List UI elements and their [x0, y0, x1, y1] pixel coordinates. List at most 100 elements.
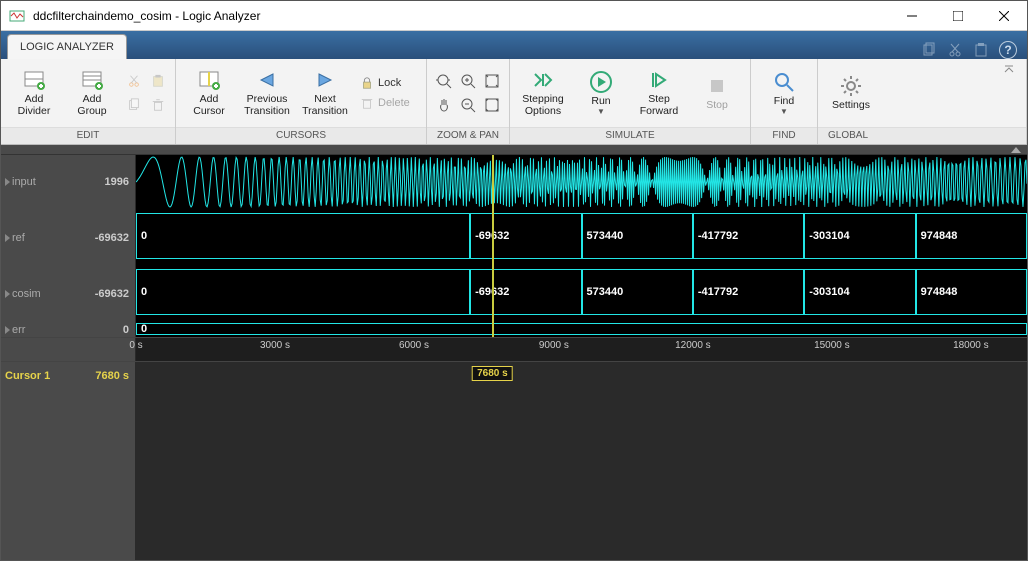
paste-button[interactable] [147, 70, 169, 92]
add-cursor-label: Add Cursor [193, 94, 225, 117]
cursor-name[interactable]: Cursor 1 [1, 370, 71, 382]
add-divider-button[interactable]: Add Divider [7, 66, 61, 119]
next-transition-button[interactable]: Next Transition [298, 66, 352, 119]
delete-label: Delete [378, 97, 410, 109]
settings-label: Settings [832, 100, 870, 112]
bus-segment: 573440 [582, 269, 693, 315]
group-label-zoom: ZOOM & PAN [427, 127, 509, 144]
expand-icon [1011, 147, 1021, 153]
cursor-icon [197, 68, 221, 92]
gear-icon [839, 74, 863, 98]
zoom-in-button[interactable] [457, 70, 479, 92]
prev-arrow-icon [255, 68, 279, 92]
bus-segment: -417792 [693, 213, 804, 259]
group-label-find: FIND [751, 127, 817, 144]
time-tick: 0 s [129, 340, 142, 351]
run-icon [589, 70, 613, 94]
collapse-ribbon-button[interactable] [998, 59, 1020, 81]
lock-label: Lock [378, 77, 401, 89]
copy-icon[interactable] [921, 42, 937, 58]
cursor-value: 7680 s [71, 370, 135, 382]
stepping-options-button[interactable]: Stepping Options [516, 66, 570, 119]
stop-button[interactable]: Stop [690, 72, 744, 114]
group-label-global: GLOBAL [818, 127, 1026, 144]
stop-icon [705, 74, 729, 98]
add-group-button[interactable]: Add Group [65, 66, 119, 119]
close-button[interactable] [981, 1, 1027, 31]
add-divider-label: Add Divider [18, 94, 51, 117]
cut-icon[interactable] [947, 42, 963, 58]
time-tick: 6000 s [399, 340, 429, 351]
paste-icon[interactable] [973, 42, 989, 58]
bus-segment: 573440 [582, 213, 693, 259]
prev-trans-label: Previous Transition [244, 94, 290, 117]
chevron-down-icon: ▼ [780, 107, 788, 116]
waveform-plot[interactable]: 0-69632573440-417792-3031049748480-69632… [136, 155, 1027, 337]
stop-label: Stop [706, 100, 728, 112]
add-group-label: Add Group [77, 94, 106, 117]
time-tick: 3000 s [260, 340, 290, 351]
bus-segment: -69632 [470, 213, 581, 259]
time-tick: 9000 s [539, 340, 569, 351]
group-find: Find ▼ FIND [751, 59, 818, 144]
time-tick: 15000 s [814, 340, 850, 351]
cursor-flag[interactable]: 7680 s [472, 366, 513, 381]
search-icon [772, 70, 796, 94]
fit-to-selection-button[interactable] [481, 94, 503, 116]
bus-segment: -69632 [470, 269, 581, 315]
delete-cursor-button[interactable]: Delete [356, 94, 420, 112]
waveform-area: input1996ref-69632cosim-69632err0 0-6963… [1, 145, 1027, 560]
cut-button[interactable] [123, 70, 145, 92]
cursor-row: Cursor 1 7680 s 7680 s [1, 361, 1027, 389]
add-cursor-button[interactable]: Add Cursor [182, 66, 236, 119]
signal-row-cosim[interactable]: cosim-69632 [1, 267, 135, 321]
stepping-options-label: Stepping Options [522, 94, 563, 117]
divider-icon [22, 68, 46, 92]
zoom-out-button[interactable] [457, 94, 479, 116]
maximize-button[interactable] [935, 1, 981, 31]
ribbon-tab-strip: LOGIC ANALYZER ? [1, 31, 1027, 59]
fit-to-view-button[interactable] [481, 70, 503, 92]
chevron-down-icon: ▼ [597, 107, 605, 116]
bus-segment: 974848 [916, 213, 1027, 259]
step-forward-button[interactable]: Step Forward [632, 66, 686, 119]
signal-name-column: input1996ref-69632cosim-69632 err0 [1, 155, 136, 337]
settings-button[interactable]: Settings [824, 72, 878, 114]
tab-logic-analyzer[interactable]: LOGIC ANALYZER [7, 34, 127, 59]
group-icon [80, 68, 104, 92]
signal-row-err[interactable]: err0 [1, 323, 135, 337]
cursor-line[interactable] [492, 155, 494, 337]
find-label: Find [774, 96, 794, 108]
signal-row-input[interactable]: input1996 [1, 155, 135, 209]
group-label-cursors: CURSORS [176, 127, 426, 144]
bus-segment: 0 [136, 323, 1027, 335]
run-label: Run [591, 96, 610, 108]
delete-small-button[interactable] [147, 94, 169, 116]
time-tick: 18000 s [953, 340, 989, 351]
stepping-icon [531, 68, 555, 92]
copy-button[interactable] [123, 94, 145, 116]
zoom-in-time-button[interactable] [433, 70, 455, 92]
group-cursors: Add Cursor Previous Transition Next Tran… [176, 59, 427, 144]
signal-row-ref[interactable]: ref-69632 [1, 211, 135, 265]
run-button[interactable]: Run ▼ [574, 68, 628, 119]
next-trans-label: Next Transition [302, 94, 348, 117]
find-button[interactable]: Find ▼ [757, 68, 811, 119]
ribbon: Add Divider Add Group EDIT [1, 59, 1027, 145]
bus-segment: -417792 [693, 269, 804, 315]
step-forward-icon [647, 68, 671, 92]
bus-segment: 974848 [916, 269, 1027, 315]
window-title: ddcfilterchaindemo_cosim - Logic Analyze… [33, 9, 889, 23]
group-label-simulate: SIMULATE [510, 127, 750, 144]
group-simulate: Stepping Options Run ▼ Step Forward Stop… [510, 59, 751, 144]
lock-button[interactable]: Lock [356, 74, 420, 92]
previous-transition-button[interactable]: Previous Transition [240, 66, 294, 119]
bus-segment: 0 [136, 213, 470, 259]
time-axis: 0 s3000 s6000 s9000 s12000 s15000 s18000… [1, 337, 1027, 361]
minimap-bar[interactable] [1, 145, 1027, 155]
group-edit: Add Divider Add Group EDIT [1, 59, 176, 144]
minimize-button[interactable] [889, 1, 935, 31]
help-icon[interactable]: ? [999, 41, 1017, 59]
empty-track-area [1, 389, 1027, 560]
pan-button[interactable] [433, 94, 455, 116]
